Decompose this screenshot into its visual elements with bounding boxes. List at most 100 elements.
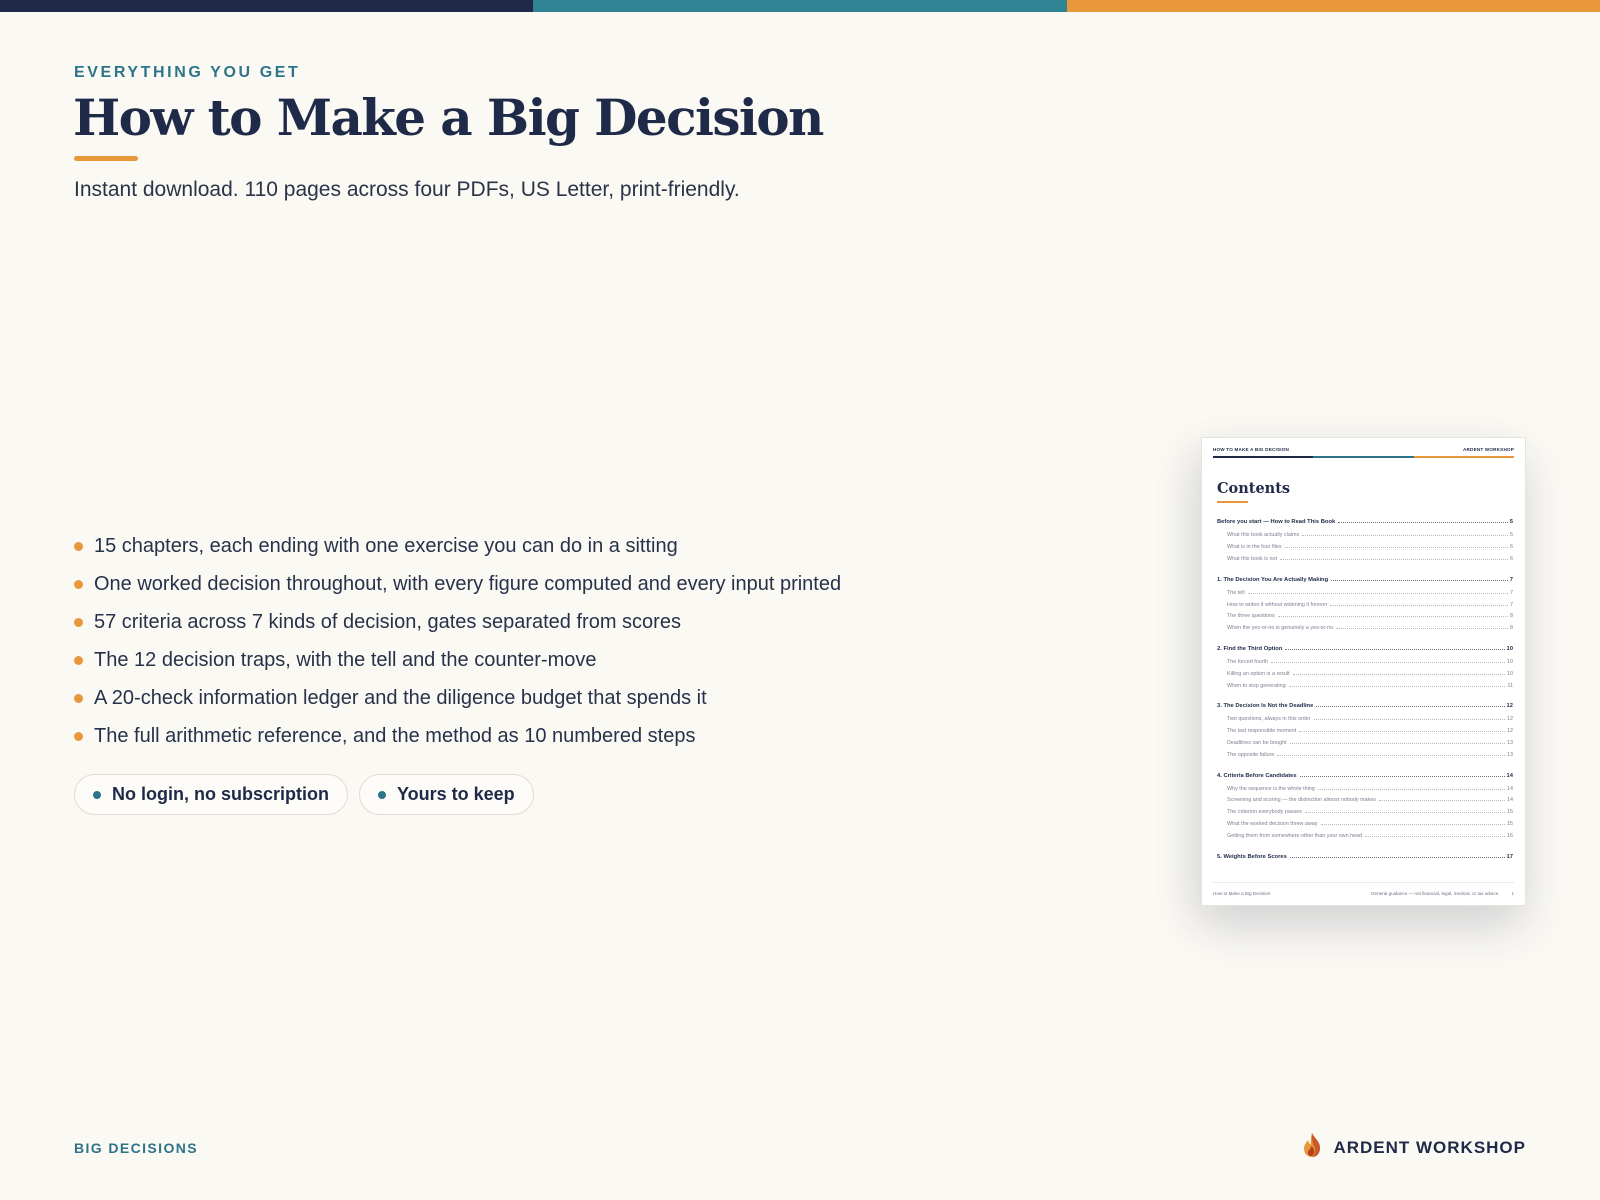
toc-chapter-row: 3. The Decision Is Not the Deadline 12	[1217, 703, 1513, 716]
toc-subsection-row: How to widen it without widening it fore…	[1217, 602, 1513, 614]
toc-page-number: 6	[1510, 555, 1513, 562]
doc-bar-orange	[1413, 456, 1514, 459]
toc-subsection-row: The criterion everybody passes 15	[1217, 809, 1513, 821]
toc-page-number: 7	[1510, 601, 1513, 608]
toc-page-number: 12	[1507, 716, 1513, 723]
table-of-contents: Before you start — How to Read This Book…	[1217, 519, 1513, 866]
doc-header-left: HOW TO MAKE A BIG DECISION	[1213, 447, 1289, 452]
brand-name: ARDENT WORKSHOP	[1333, 1137, 1526, 1157]
feature-text: A 20-check information ledger and the di…	[94, 686, 707, 709]
toc-leader-dots	[1330, 604, 1508, 606]
toc-page-number: 10	[1507, 670, 1513, 677]
toc-leader-dots	[1338, 522, 1508, 524]
toc-entry-title: Screening and scoring — the distinction …	[1227, 797, 1376, 804]
pill-label: No login, no subscription	[112, 784, 329, 804]
top-color-bar	[0, 0, 1600, 12]
toc-leader-dots	[1304, 812, 1505, 814]
toc-page-number: 14	[1506, 772, 1513, 779]
toc-leader-dots	[1317, 788, 1505, 790]
toc-subsection-row: Why the sequence is the whole thing 14	[1217, 786, 1513, 798]
doc-footer-left: How to Make a Big Decision	[1213, 891, 1271, 896]
toc-subsection-row: What this book is not 6	[1217, 556, 1513, 568]
dot-icon	[93, 790, 101, 799]
toc-subsection-row: What the worked decision threw away 15	[1217, 821, 1513, 833]
list-item: A 20-check information ledger and the di…	[74, 679, 841, 717]
feature-text: The 12 decision traps, with the tell and…	[94, 648, 597, 671]
toc-subsection-row: The three questions 8	[1217, 613, 1513, 625]
toc-section: Before you start — How to Read This Book…	[1217, 519, 1513, 567]
toc-leader-dots	[1289, 742, 1505, 744]
bullet-icon	[74, 617, 83, 627]
pill-yours-to-keep: Yours to keep	[358, 774, 534, 815]
flame-icon	[1301, 1132, 1323, 1163]
doc-footer-right-group: General guidance — not financial, legal,…	[1371, 891, 1514, 896]
toc-leader-dots	[1277, 616, 1508, 618]
toc-subsection-row: When to stop generating 11	[1217, 683, 1513, 695]
toc-entry-title: Deadlines can be bought	[1227, 739, 1287, 746]
toc-entry-title: When the yes-or-no is genuinely a yes-or…	[1227, 625, 1334, 632]
toc-entry-title: Getting them from somewhere other than y…	[1227, 832, 1363, 839]
bullet-icon	[74, 693, 83, 703]
toc-entry-title: 4. Criteria Before Candidates	[1217, 772, 1297, 779]
toc-leader-dots	[1288, 685, 1506, 687]
doc-header: HOW TO MAKE A BIG DECISION ARDENT WORKSH…	[1213, 447, 1514, 452]
toc-leader-dots	[1331, 579, 1508, 581]
toc-chapter-row: 5. Weights Before Scores 17	[1217, 854, 1513, 867]
toc-page-number: 14	[1507, 785, 1513, 792]
toc-page-number: 13	[1507, 751, 1513, 758]
toc-section: 1. The Decision You Are Actually Making 7…	[1217, 577, 1513, 637]
toc-leader-dots	[1299, 775, 1505, 777]
toc-leader-dots	[1292, 673, 1505, 675]
page-subtitle: Instant download. 110 pages across four …	[74, 178, 740, 201]
toc-page-number: 13	[1507, 739, 1513, 746]
toc-leader-dots	[1280, 558, 1508, 560]
doc-page-number: 1	[1511, 891, 1514, 896]
list-item: 15 chapters, each ending with one exerci…	[74, 527, 841, 565]
toc-page-number: 7	[1510, 589, 1513, 596]
toc-entry-title: Before you start — How to Read This Book	[1217, 519, 1336, 526]
toc-entry-title: Why the sequence is the whole thing	[1227, 785, 1315, 792]
toc-page-number: 6	[1510, 544, 1513, 551]
list-item: The full arithmetic reference, and the m…	[74, 717, 841, 755]
toc-subsection-row: Killing an option is a result 10	[1217, 671, 1513, 683]
toc-entry-title: The tell	[1227, 589, 1245, 596]
toc-entry-title: When to stop generating	[1227, 682, 1286, 689]
pill-label: Yours to keep	[396, 784, 515, 804]
toc-page-number: 8	[1510, 613, 1513, 620]
pill-no-login: No login, no subscription	[74, 774, 348, 815]
list-item: The 12 decision traps, with the tell and…	[74, 641, 841, 679]
toc-entry-title: The forced fourth	[1227, 658, 1269, 665]
toc-page-number: 15	[1507, 820, 1513, 827]
toc-page-number: 17	[1506, 853, 1513, 860]
toc-subsection-row: Getting them from somewhere other than y…	[1217, 833, 1513, 845]
toc-entry-title: 1. The Decision You Are Actually Making	[1217, 576, 1329, 583]
toc-entry-title: The criterion everybody passes	[1227, 809, 1302, 816]
toc-page-number: 12	[1507, 728, 1513, 735]
toc-chapter-row: 4. Criteria Before Candidates 14	[1217, 773, 1513, 786]
top-bar-navy	[0, 0, 534, 12]
document-preview: HOW TO MAKE A BIG DECISION ARDENT WORKSH…	[1201, 437, 1526, 906]
toc-section: 2. Find the Third Option 10 The forced fou…	[1217, 646, 1513, 694]
toc-leader-dots	[1284, 547, 1508, 549]
benefit-pills: No login, no subscription Yours to keep	[74, 774, 534, 815]
toc-page-number: 10	[1506, 645, 1513, 652]
toc-page-number: 11	[1507, 682, 1513, 689]
toc-subsection-row: Two questions, always in this order 12	[1217, 716, 1513, 728]
toc-leader-dots	[1365, 835, 1505, 837]
bullet-icon	[74, 731, 83, 741]
top-bar-orange	[1066, 0, 1600, 12]
doc-footer-disclaimer: General guidance — not financial, legal,…	[1370, 891, 1500, 896]
toc-subsection-row: Deadlines can be bought 13	[1217, 740, 1513, 752]
dot-icon	[377, 790, 386, 799]
bullet-icon	[74, 579, 83, 589]
toc-entry-title: 2. Find the Third Option	[1217, 645, 1283, 652]
toc-entry-title: What is in the four files	[1227, 544, 1282, 551]
feature-text: One worked decision throughout, with eve…	[94, 572, 842, 595]
toc-leader-dots	[1302, 535, 1508, 537]
toc-subsection-row: The tell 7	[1217, 590, 1513, 602]
toc-leader-dots	[1320, 823, 1505, 825]
toc-leader-dots	[1378, 800, 1505, 802]
toc-subsection-row: The opposite failure 13	[1217, 752, 1513, 764]
toc-subsection-row: What is in the four files 6	[1217, 544, 1513, 556]
doc-header-right: ARDENT WORKSHOP	[1463, 447, 1514, 452]
